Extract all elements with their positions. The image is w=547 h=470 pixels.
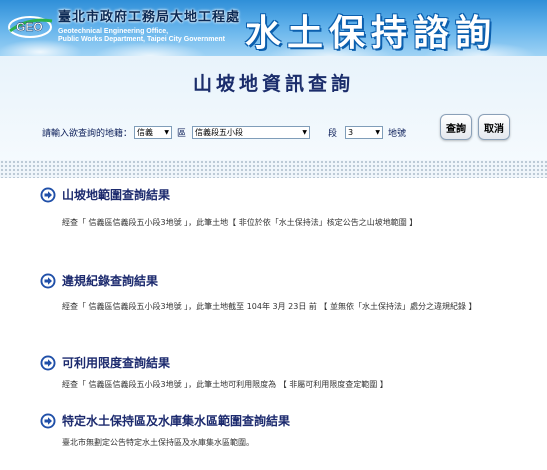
circle-arrow-right-icon	[40, 273, 56, 288]
geo-logo: GEO	[8, 16, 53, 38]
svg-text:GEO: GEO	[16, 20, 43, 34]
result-title: 特定水土保持區及水庫集水區範圍查詢結果	[62, 414, 291, 428]
result-heading: 可利用限度查詢結果	[40, 354, 170, 371]
cancel-button[interactable]: 取消	[478, 114, 510, 140]
result-title: 山坡地範圍查詢結果	[62, 188, 171, 202]
section-label: 段	[328, 128, 338, 139]
page-title: 山坡地資訊查詢	[192, 73, 354, 95]
result-body: 經查「 信義區信義段五小段3地號 」，此筆土地可利用限度為 【 非屬可利用限度查…	[62, 380, 388, 389]
lot-select[interactable]: 3 ▼	[345, 125, 384, 139]
result-title: 違規紀錄查詢結果	[62, 274, 159, 288]
query-form-row: 請輸入欲查詢的地籍： 信義 ▼ 區 信義段五小段 ▼ 段 3 ▼ 地號	[42, 122, 406, 142]
result-heading: 山坡地範圍查詢結果	[40, 186, 170, 203]
lot-select-value: 3	[348, 127, 354, 137]
header-banner: GEO 臺北市政府工務局大地工程處 Geotechnical Engineeri…	[0, 0, 547, 56]
section-select-value: 信義段五小段	[195, 127, 244, 137]
prompt-label: 請輸入欲查詢的地籍：	[42, 128, 133, 139]
org-name-cn: 臺北市政府工務局大地工程處	[58, 10, 241, 25]
district-label: 區	[177, 128, 187, 139]
result-heading: 違規紀錄查詢結果	[40, 272, 158, 289]
banner-title: 水土保持諮詢	[245, 13, 498, 54]
result-title: 可利用限度查詢結果	[62, 356, 171, 370]
circle-arrow-right-icon	[40, 413, 56, 428]
org-name-en-line1: Geotechnical Engineering Office,	[58, 28, 169, 35]
result-body: 經查「 信義區信義段五小段3地號 」，此筆土地截至 104年 3月 23日 前 …	[62, 302, 477, 311]
result-body: 臺北市無劃定公告特定水土保持區及水庫集水區範圍。	[62, 438, 254, 447]
lot-label: 地號	[388, 128, 407, 139]
district-select-value: 信義	[137, 127, 154, 137]
dotted-divider	[0, 160, 547, 178]
org-name-block: 臺北市政府工務局大地工程處 Geotechnical Engineering O…	[58, 6, 240, 44]
circle-arrow-right-icon	[40, 187, 56, 202]
result-body: 經查「 信義區信義段五小段3地號 」，此筆土地【 非位於依「水土保持法」核定公告…	[62, 218, 418, 227]
section-select[interactable]: 信義段五小段 ▼	[192, 125, 311, 139]
triangle-down-icon: ▼	[302, 128, 308, 136]
triangle-down-icon: ▼	[375, 128, 381, 136]
district-select[interactable]: 信義 ▼	[134, 125, 173, 139]
query-panel: 山坡地資訊查詢 請輸入欲查詢的地籍： 信義 ▼ 區 信義段五小段 ▼ 段 3 ▼…	[0, 56, 547, 176]
result-heading: 特定水土保持區及水庫集水區範圍查詢結果	[40, 412, 290, 429]
triangle-down-icon: ▼	[164, 128, 170, 136]
circle-arrow-right-icon	[40, 355, 56, 370]
org-name-en-line2: Public Works Department, Taipei City Gov…	[58, 36, 225, 43]
search-button[interactable]: 查詢	[440, 114, 472, 140]
